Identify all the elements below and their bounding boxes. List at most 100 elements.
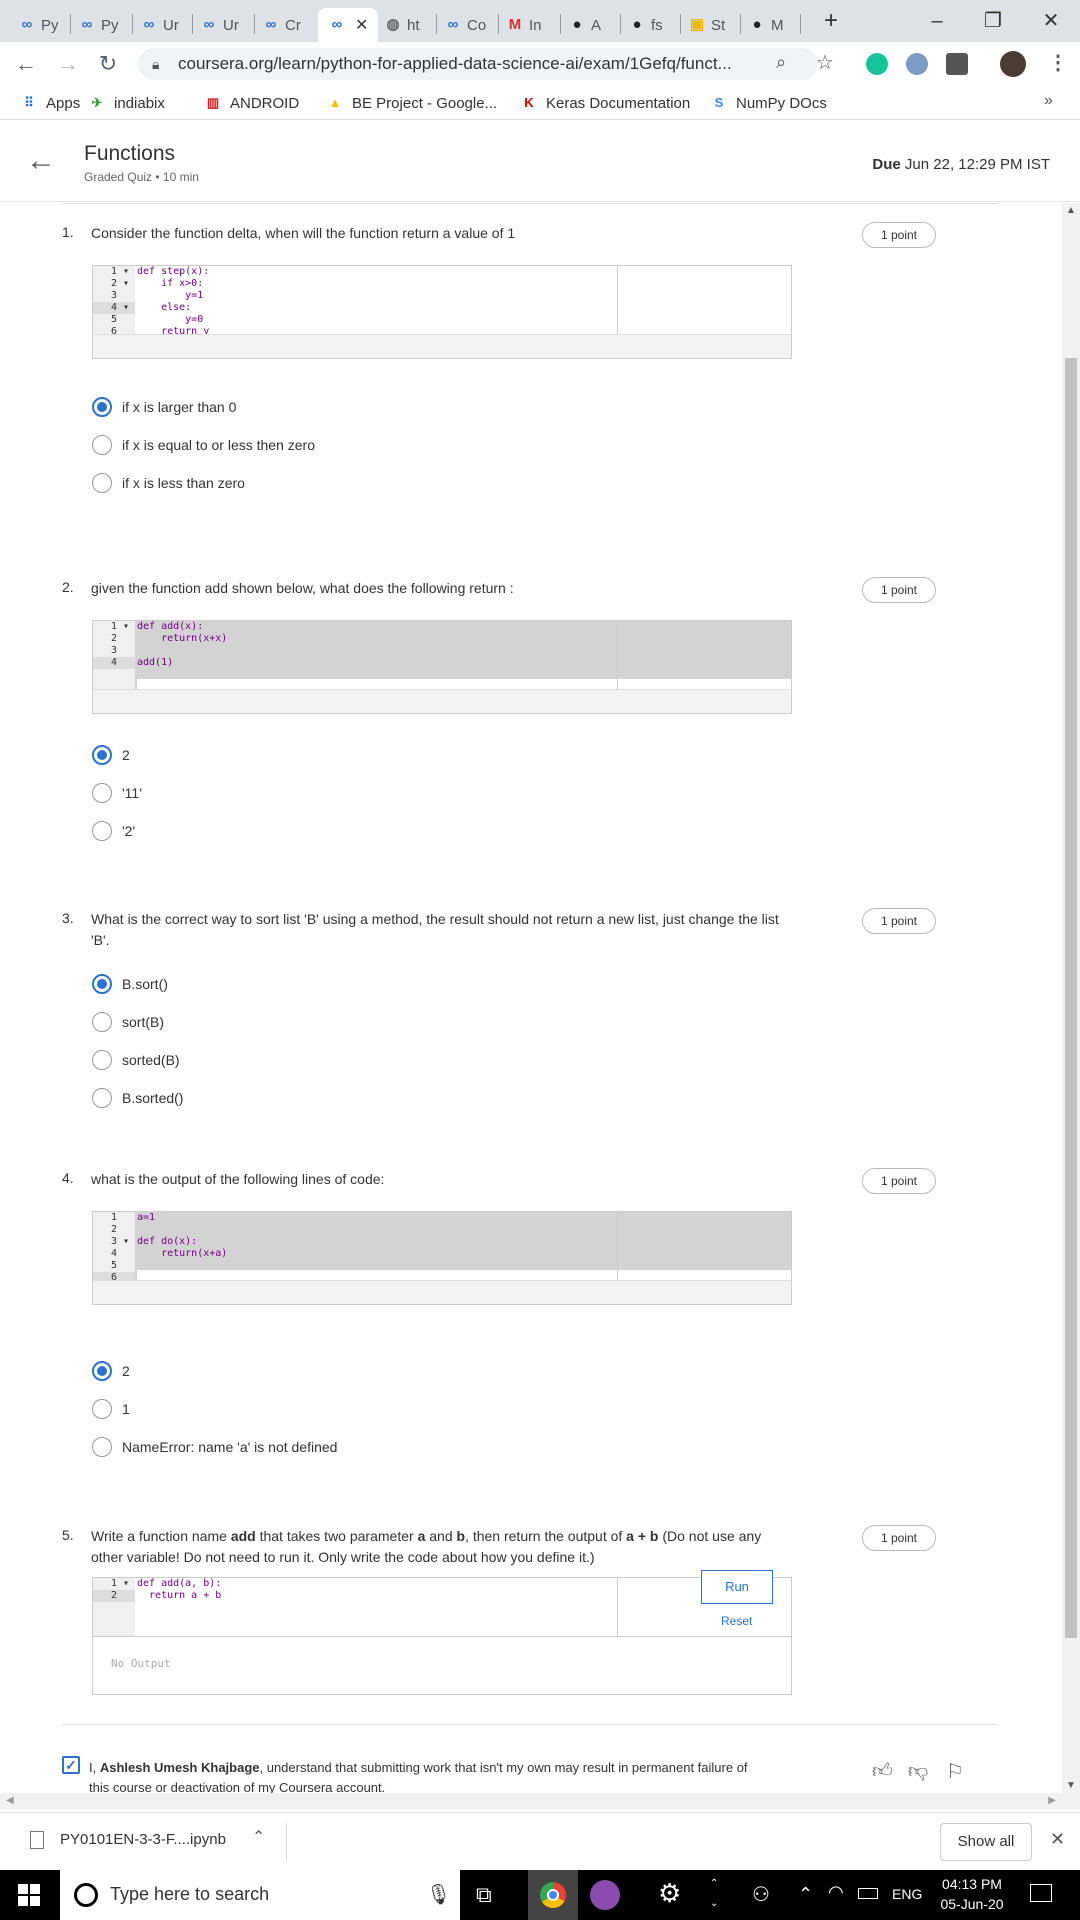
taskbar-scroll-icon[interactable]: ⌃ ⌄ xyxy=(710,1874,718,1914)
people-icon[interactable]: ⚇ xyxy=(752,1882,770,1907)
bookmarks-more-icon[interactable]: » xyxy=(1044,92,1053,110)
profile-avatar[interactable] xyxy=(1000,51,1026,77)
radio-button[interactable] xyxy=(92,1361,112,1381)
browser-tab[interactable]: ▣ St xyxy=(688,8,725,42)
answer-option[interactable]: if x is less than zero xyxy=(92,473,245,493)
answer-option[interactable]: if x is larger than 0 xyxy=(92,397,236,417)
close-tab-icon[interactable]: ✕ xyxy=(355,15,368,35)
browser-tab[interactable]: ∞ Py xyxy=(18,8,59,42)
answer-option[interactable]: 1 xyxy=(92,1399,130,1419)
clock-date[interactable]: 05-Jun-20 xyxy=(936,1896,1008,1912)
bookmark-item[interactable]: ⠿ Apps xyxy=(20,94,80,112)
download-extension-icon[interactable] xyxy=(946,53,968,75)
language-indicator[interactable]: ENG xyxy=(892,1886,922,1902)
code-editor-area[interactable]: 1 ▾ 2 def add(a, b): return a + b xyxy=(93,1578,791,1636)
radio-button[interactable] xyxy=(92,473,112,493)
battery-icon[interactable] xyxy=(858,1888,878,1899)
code-editor-area[interactable]: 123 ▾456a=1def do(x): return(x+a)print(d… xyxy=(93,1212,791,1280)
answer-option[interactable]: NameError: name 'a' is not defined xyxy=(92,1437,337,1457)
answer-option[interactable]: 2 xyxy=(92,745,130,765)
radio-button[interactable] xyxy=(92,1399,112,1419)
quiz-content[interactable]: 1. Consider the function delta, when will… xyxy=(0,203,1080,1793)
scroll-down-arrow-icon[interactable]: ▼ xyxy=(1066,1780,1076,1791)
menu-icon[interactable]: ⋮ xyxy=(1048,50,1068,75)
bookmark-item[interactable]: ✈ indiabix xyxy=(88,94,165,112)
answer-option[interactable]: 2 xyxy=(92,1361,130,1381)
close-window-icon[interactable]: ✕ xyxy=(1036,6,1066,36)
answer-option[interactable]: sort(B) xyxy=(92,1012,164,1032)
radio-button[interactable] xyxy=(92,1088,112,1108)
close-downloads-icon[interactable]: ✕ xyxy=(1050,1829,1065,1850)
task-view-icon[interactable]: ⧉ xyxy=(476,1882,492,1908)
radio-button[interactable] xyxy=(92,435,112,455)
tray-chevron-icon[interactable]: ⌃ xyxy=(798,1884,813,1905)
code-editor-area[interactable]: 1 ▾ 2 ▾ 3 4 ▾ 5 6 def step(x): if x>0: y=1 els… xyxy=(93,266,791,334)
minimize-icon[interactable]: – xyxy=(922,6,952,36)
browser-tab[interactable]: ● A xyxy=(568,8,601,42)
browser-tab[interactable]: ◍ ht xyxy=(384,8,419,42)
horizontal-scrollbar[interactable]: ◀ ▶ xyxy=(0,1793,1080,1809)
honor-checkbox[interactable]: ✓ xyxy=(62,1756,80,1774)
reload-icon[interactable]: ↻ xyxy=(94,50,122,78)
bookmark-star-icon[interactable]: ☆ xyxy=(816,50,834,75)
radio-button[interactable] xyxy=(92,1050,112,1070)
bookmark-item[interactable]: ▲ BE Project - Google... xyxy=(326,94,498,112)
code-editor-area[interactable]: 1 ▾ 2 3 4 def add(x): return(x+x) add(1) xyxy=(93,621,791,689)
new-tab-button[interactable]: + xyxy=(816,6,846,36)
flag-icon[interactable]: ⚐ xyxy=(946,1759,964,1784)
run-button[interactable]: Run xyxy=(701,1570,773,1604)
notifications-icon[interactable] xyxy=(1030,1884,1052,1902)
scroll-right-arrow-icon[interactable]: ▶ xyxy=(1048,1795,1056,1806)
chevron-up-icon[interactable]: ⌃ xyxy=(252,1827,265,1847)
browser-tab[interactable]: ∞ Cr xyxy=(262,8,301,42)
code-editor[interactable]: 1 ▾ 2 ▾ 3 4 ▾ 5 6 def step(x): if x>0: y=1 els… xyxy=(92,265,792,359)
browser-tab[interactable]: ∞ Co xyxy=(444,8,487,42)
browser-tab[interactable]: ∞ Ur xyxy=(140,8,179,42)
browser-tab[interactable]: ● fs xyxy=(628,8,662,42)
radio-button[interactable] xyxy=(92,397,112,417)
wifi-icon[interactable]: ◠ xyxy=(828,1882,844,1903)
settings-taskbar-icon[interactable]: ⚙ xyxy=(658,1878,681,1909)
bookmark-item[interactable]: K Keras Documentation xyxy=(520,94,690,112)
bookmark-item[interactable]: S NumPy DOcs xyxy=(710,94,827,112)
back-icon[interactable]: ← xyxy=(12,50,40,78)
microphone-icon[interactable]: 🎙︎ xyxy=(426,1882,451,1907)
code-editor[interactable]: 123 ▾456a=1def do(x): return(x+a)print(d… xyxy=(92,1211,792,1305)
taskbar-search[interactable]: Type here to search 🎙︎ xyxy=(60,1870,460,1920)
radio-button[interactable] xyxy=(92,1012,112,1032)
browser-tab[interactable]: ∞ Ur xyxy=(200,8,239,42)
answer-option[interactable]: '2' xyxy=(92,821,135,841)
extension-icon[interactable] xyxy=(906,53,928,75)
code-editor[interactable]: 1 ▾ 2 def add(a, b): return a + b Run Reset N… xyxy=(92,1570,792,1695)
code-editor[interactable]: 1 ▾ 2 3 4 def add(x): return(x+x) add(1) xyxy=(92,620,792,714)
show-all-button[interactable]: Show all xyxy=(940,1823,1032,1861)
browser-tab[interactable]: ∞ Py xyxy=(78,8,119,42)
radio-button[interactable] xyxy=(92,1437,112,1457)
github-desktop-taskbar-icon[interactable] xyxy=(590,1880,620,1910)
browser-tab[interactable]: ∞ ✕ xyxy=(318,8,379,42)
restore-icon[interactable]: ❐ xyxy=(978,6,1008,36)
thumbs-down-icon[interactable]: 👎︎ xyxy=(908,1759,928,1783)
scrollbar-thumb[interactable] xyxy=(1065,358,1077,1638)
clock-time[interactable]: 04:13 PM xyxy=(940,1876,1004,1892)
zoom-icon[interactable]: ⌕ xyxy=(776,52,786,73)
chrome-taskbar-icon[interactable] xyxy=(528,1870,578,1920)
windows-start-icon[interactable] xyxy=(18,1884,40,1906)
thumbs-up-icon[interactable]: 👍︎ xyxy=(872,1759,893,1783)
radio-button[interactable] xyxy=(92,974,112,994)
radio-button[interactable] xyxy=(92,821,112,841)
download-filename[interactable]: PY0101EN-3-3-F....ipynb xyxy=(60,1831,226,1848)
radio-button[interactable] xyxy=(92,783,112,803)
address-bar[interactable]: 🔒︎ coursera.org/learn/python-for-applied… xyxy=(138,48,818,80)
answer-option[interactable]: B.sort() xyxy=(92,974,168,994)
vertical-scrollbar[interactable]: ▲ ▼ xyxy=(1062,203,1080,1793)
browser-tab[interactable]: ● M xyxy=(748,8,783,42)
grammarly-icon[interactable] xyxy=(866,53,888,75)
radio-button[interactable] xyxy=(92,745,112,765)
answer-option[interactable]: if x is equal to or less then zero xyxy=(92,435,315,455)
answer-option[interactable]: '11' xyxy=(92,783,142,803)
answer-option[interactable]: B.sorted() xyxy=(92,1088,183,1108)
browser-tab[interactable]: M In xyxy=(506,8,542,42)
scroll-left-arrow-icon[interactable]: ◀ xyxy=(6,1795,14,1806)
bookmark-item[interactable]: ▥ ANDROID xyxy=(204,94,299,112)
